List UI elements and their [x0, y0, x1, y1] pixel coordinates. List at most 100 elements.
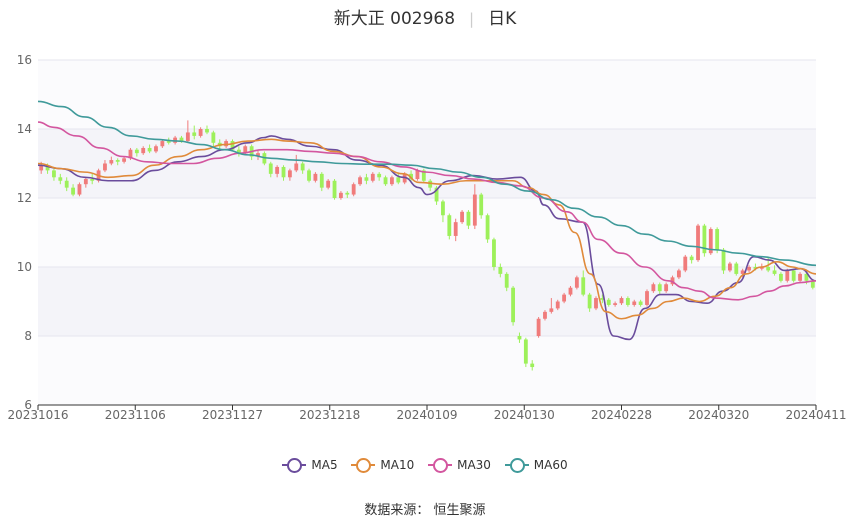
legend-item-ma10[interactable]: MA10 — [351, 458, 415, 473]
candle-body — [676, 270, 681, 278]
candle-body — [485, 215, 490, 240]
candlestick-chart: 681012141620231016 20231106 20231127 202312… — [7, 53, 846, 422]
x-tick-label: 20231106 — [105, 408, 166, 422]
candle-body — [390, 177, 394, 185]
legend-item-ma5[interactable]: MA5 — [282, 458, 338, 473]
candle-body — [625, 298, 630, 305]
candle-body — [498, 267, 503, 274]
candle-body — [632, 301, 637, 305]
candle-body — [205, 129, 209, 133]
legend-marker-ma60 — [504, 458, 529, 473]
candle-body — [747, 267, 751, 271]
candle-body — [536, 318, 541, 336]
candle-body — [71, 187, 75, 195]
candle-body — [504, 273, 509, 288]
candle-body — [338, 192, 343, 198]
candle-body — [83, 179, 88, 185]
candle-body — [287, 170, 292, 178]
candle-body — [696, 225, 700, 261]
x-tick-label: 20231016 — [7, 408, 68, 422]
candle-body — [103, 163, 107, 171]
legend-item-ma30[interactable]: MA30 — [428, 458, 491, 473]
candle-body — [185, 132, 190, 142]
candle-body — [109, 160, 114, 164]
candle-body — [791, 270, 796, 281]
y-tick-label: 12 — [17, 191, 32, 205]
candle-body — [64, 180, 69, 188]
candle-body — [492, 239, 496, 267]
legend-item-ma60[interactable]: MA60 — [504, 458, 568, 473]
candle-body — [683, 256, 688, 271]
x-tick-label: 20240228 — [591, 408, 652, 422]
candle-body — [657, 284, 662, 292]
candle-body — [587, 294, 592, 309]
data-source: 数据来源： 恒生聚源 — [364, 503, 486, 518]
candle-body — [472, 194, 477, 226]
legend-label-ma30: MA30 — [457, 458, 491, 472]
candle-body — [543, 311, 547, 319]
candle-body — [294, 163, 299, 171]
candle-body — [453, 222, 458, 236]
candle-body — [300, 163, 305, 171]
y-tick-label: 14 — [17, 122, 32, 136]
candle-body — [664, 284, 669, 292]
candle-body — [479, 194, 484, 216]
candle-body — [523, 339, 528, 364]
candle-body — [326, 180, 331, 188]
candle-body — [307, 170, 311, 181]
candle-body — [613, 303, 618, 305]
candle-body — [689, 256, 694, 261]
candle-body — [358, 177, 362, 185]
legend-marker-ma30 — [428, 458, 453, 473]
candle-body — [52, 170, 56, 178]
y-tick-label: 10 — [17, 260, 32, 274]
x-tick-label: 20240320 — [688, 408, 749, 422]
legend-label-ma5: MA5 — [311, 458, 338, 472]
candle-body — [396, 177, 401, 183]
candle-body — [160, 141, 165, 147]
candle-body — [785, 270, 790, 281]
x-tick-label: 20231218 — [299, 408, 360, 422]
candle-body — [606, 299, 611, 305]
candle-body — [122, 158, 127, 162]
candle-body — [727, 263, 732, 271]
candle-body — [594, 298, 598, 309]
candle-body — [147, 147, 152, 152]
candle-body — [90, 179, 95, 181]
x-tick-label: 20240130 — [494, 408, 555, 422]
candle-body — [645, 291, 649, 305]
candle-body — [415, 170, 420, 180]
candle-body — [77, 184, 82, 195]
candle-body — [466, 211, 471, 226]
candle-body — [211, 132, 216, 143]
candle-body — [370, 173, 375, 181]
candle-body — [721, 249, 726, 271]
candle-body — [441, 201, 445, 216]
y-tick-label: 16 — [17, 53, 32, 67]
candle-body — [345, 192, 350, 195]
y-tick-label: 8 — [24, 329, 32, 343]
candle-body — [574, 277, 579, 288]
candle-body — [319, 173, 324, 188]
candle-body — [568, 287, 573, 295]
candle-body — [511, 287, 516, 323]
candle-body — [562, 294, 567, 302]
candle-body — [638, 301, 643, 305]
candle-body — [281, 166, 286, 178]
x-tick-label: 20240109 — [396, 408, 457, 422]
candle-body — [555, 301, 560, 309]
candle-body — [766, 267, 771, 271]
background-band — [38, 336, 816, 405]
candle-body — [549, 308, 554, 312]
candle-body — [154, 146, 158, 152]
candle-body — [779, 273, 783, 281]
candle-body — [58, 177, 63, 181]
candle-body — [619, 298, 624, 304]
legend-label-ma10: MA10 — [380, 458, 415, 472]
candle-body — [460, 211, 464, 223]
legend-label-ma60: MA60 — [533, 458, 568, 472]
candle-body — [275, 166, 280, 174]
candle-body — [364, 177, 369, 181]
candle-body — [141, 147, 146, 154]
candle-body — [530, 363, 535, 368]
